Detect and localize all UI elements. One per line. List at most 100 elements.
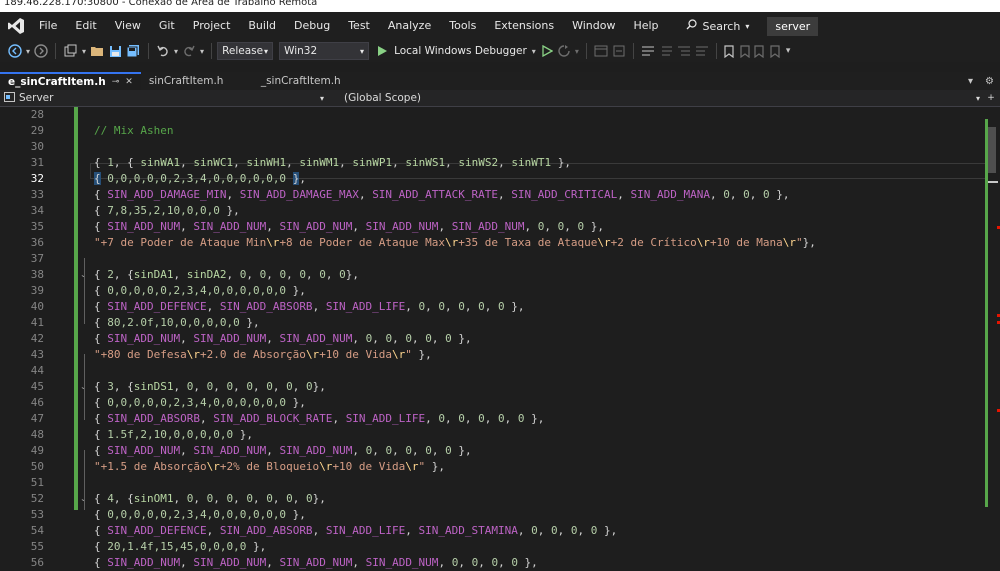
- code-line[interactable]: { SIN_ADD_DAMAGE_MIN, SIN_ADD_DAMAGE_MAX…: [94, 187, 789, 203]
- menu-view[interactable]: View: [106, 12, 150, 40]
- code-line[interactable]: { SIN_ADD_NUM, SIN_ADD_NUM, SIN_ADD_NUM,…: [94, 555, 538, 571]
- close-icon[interactable]: ✕: [125, 77, 133, 87]
- code-token: 20,1.4f,15,45,0,0,0,0: [107, 540, 247, 553]
- menu-window[interactable]: Window: [563, 12, 624, 40]
- scrollbar-thumb[interactable]: [988, 127, 996, 173]
- code-token: ,: [233, 156, 247, 169]
- vertical-scrollbar[interactable]: [985, 107, 1000, 510]
- code-token: 0: [498, 300, 505, 313]
- undo-dropdown-icon[interactable]: ▾: [174, 42, 178, 60]
- tab-underscore-sincraftitem[interactable]: _sinCraftItem.h: [253, 72, 349, 90]
- next-bookmark-icon[interactable]: [754, 42, 766, 60]
- code-line[interactable]: { 4, {sinOM1, 0, 0, 0, 0, 0, 0, 0},: [94, 491, 326, 507]
- line-number: 35: [30, 220, 44, 233]
- menu-file[interactable]: File: [30, 12, 66, 40]
- code-line[interactable]: { 0,0,0,0,0,2,3,4,0,0,0,0,0,0 },: [94, 283, 306, 299]
- solution-configuration-select[interactable]: Release ▾: [217, 42, 274, 60]
- browse-icon[interactable]: [594, 42, 608, 60]
- code-token: ,: [299, 172, 306, 185]
- uncomment-lines-icon[interactable]: [659, 42, 673, 60]
- menu-debug[interactable]: Debug: [285, 12, 339, 40]
- line-number: 47: [30, 412, 44, 425]
- menu-git[interactable]: Git: [150, 12, 184, 40]
- redo-icon[interactable]: [182, 42, 196, 60]
- code-token: ,: [464, 412, 479, 425]
- code-line[interactable]: "+7 de Poder de Ataque Min\r+8 de Poder …: [94, 235, 816, 251]
- comment-lines-icon[interactable]: [641, 42, 655, 60]
- scope-select[interactable]: (Global Scope) ▾: [328, 90, 984, 106]
- redo-dropdown-icon[interactable]: ▾: [200, 42, 204, 60]
- menu-test[interactable]: Test: [339, 12, 379, 40]
- code-line[interactable]: { 0,0,0,0,0,2,3,4,0,0,0,0,0,0 },: [94, 171, 306, 187]
- hot-reload-dropdown-icon[interactable]: ▾: [575, 42, 579, 60]
- code-line[interactable]: { SIN_ADD_DEFENCE, SIN_ADD_ABSORB, SIN_A…: [94, 299, 525, 315]
- code-line[interactable]: { 1, { sinWA1, sinWC1, sinWH1, sinWM1, s…: [94, 155, 571, 171]
- save-icon[interactable]: [109, 42, 122, 60]
- code-line[interactable]: { SIN_ADD_DEFENCE, SIN_ADD_ABSORB, SIN_A…: [94, 523, 617, 539]
- navigate-back-icon[interactable]: [8, 42, 22, 60]
- code-line[interactable]: { 20,1.4f,15,45,0,0,0,0 },: [94, 539, 266, 555]
- tab-e-sincraftitem[interactable]: e_sinCraftItem.h ⊸ ✕: [0, 72, 141, 90]
- code-line[interactable]: { 80,2.0f,10,0,0,0,0,0 },: [94, 315, 260, 331]
- code-token: SIN_ADD_DEFENCE: [107, 524, 207, 537]
- code-line[interactable]: { 3, {sinDS1, 0, 0, 0, 0, 0, 0, 0},: [94, 379, 326, 395]
- code-line[interactable]: "+1.5 de Absorção\r+2% de Bloqueio\r+10 …: [94, 459, 445, 475]
- back-dropdown-icon[interactable]: ▾: [26, 42, 30, 60]
- menu-project[interactable]: Project: [184, 12, 240, 40]
- code-line[interactable]: { SIN_ADD_NUM, SIN_ADD_NUM, SIN_ADD_NUM,…: [94, 219, 604, 235]
- code-line[interactable]: "+80 de Defesa\r+2.0 de Absorção\r+10 de…: [94, 347, 432, 363]
- code-line[interactable]: { SIN_ADD_NUM, SIN_ADD_NUM, SIN_ADD_NUM,…: [94, 331, 472, 347]
- previous-bookmark-icon[interactable]: [738, 42, 750, 60]
- code-line[interactable]: // Mix Ashen: [94, 123, 173, 139]
- undo-icon[interactable]: [156, 42, 170, 60]
- code-line[interactable]: { 0,0,0,0,0,2,3,4,0,0,0,0,0,0 },: [94, 507, 306, 523]
- step-over-icon[interactable]: [612, 42, 626, 60]
- bookmark-icon[interactable]: [724, 42, 734, 60]
- code-line[interactable]: { SIN_ADD_NUM, SIN_ADD_NUM, SIN_ADD_NUM,…: [94, 443, 472, 459]
- code-token: "+1.5 de Absorção: [94, 460, 207, 473]
- code-line[interactable]: { SIN_ADD_ABSORB, SIN_ADD_BLOCK_RATE, SI…: [94, 411, 544, 427]
- tab-sincraftitem[interactable]: sinCraftItem.h: [141, 72, 243, 90]
- menu-analyze[interactable]: Analyze: [379, 12, 440, 40]
- menu-tools[interactable]: Tools: [440, 12, 485, 40]
- code-token: ,: [445, 412, 459, 425]
- code-line[interactable]: { 1.5f,2,10,0,0,0,0,0 },: [94, 427, 253, 443]
- code-token: SIN_ADD_NUM: [451, 220, 525, 233]
- menu-edit[interactable]: Edit: [66, 12, 105, 40]
- align-lines-icon[interactable]: [695, 42, 709, 60]
- save-all-icon[interactable]: [126, 42, 141, 60]
- solution-platform-select[interactable]: Win32 ▾: [279, 42, 370, 60]
- line-number: 34: [30, 204, 44, 217]
- solution-name-badge[interactable]: server: [767, 16, 819, 36]
- code-token: SIN_ADD_NUM: [279, 332, 353, 345]
- start-debugging-button[interactable]: Local Windows Debugger ▾: [377, 42, 536, 60]
- clear-bookmarks-icon[interactable]: [770, 42, 782, 60]
- code-token: "+80 de Defesa: [94, 348, 187, 361]
- toolbar-overflow-icon[interactable]: ▾: [786, 42, 791, 60]
- visual-studio-logo-icon[interactable]: [2, 12, 30, 40]
- menu-help[interactable]: Help: [624, 12, 667, 40]
- code-line[interactable]: { 2, {sinDA1, sinDA2, 0, 0, 0, 0, 0, 0},: [94, 267, 359, 283]
- code-editor[interactable]: 2829303132333435363738⌄39404142434445⌄46…: [0, 107, 1000, 569]
- search-button[interactable]: Search ▾: [680, 19, 756, 33]
- project-select[interactable]: Server ▾: [0, 90, 328, 106]
- code-token: {: [94, 524, 108, 537]
- platform-value: Win32: [284, 45, 318, 57]
- code-line[interactable]: { 0,0,0,0,0,2,3,4,0,0,0,0,0,0 },: [94, 395, 306, 411]
- line-number: 36: [30, 236, 44, 249]
- new-project-icon[interactable]: [63, 42, 78, 60]
- settings-gear-icon[interactable]: ⚙: [985, 76, 994, 87]
- tab-list-dropdown-icon[interactable]: ▾: [968, 76, 973, 87]
- code-line[interactable]: { 7,8,35,2,10,0,0,0 },: [94, 203, 240, 219]
- hot-reload-icon[interactable]: [557, 42, 571, 60]
- format-lines-icon[interactable]: [677, 42, 691, 60]
- pin-icon[interactable]: ⊸: [112, 77, 120, 87]
- navigate-forward-icon[interactable]: [34, 42, 48, 60]
- new-dropdown-icon[interactable]: ▾: [82, 42, 86, 60]
- menu-build[interactable]: Build: [239, 12, 285, 40]
- open-folder-icon[interactable]: [90, 42, 105, 60]
- code-token: ,: [213, 492, 227, 505]
- menu-extensions[interactable]: Extensions: [485, 12, 563, 40]
- split-window-icon[interactable]: +: [984, 93, 998, 103]
- start-without-debugging-icon[interactable]: [542, 42, 553, 60]
